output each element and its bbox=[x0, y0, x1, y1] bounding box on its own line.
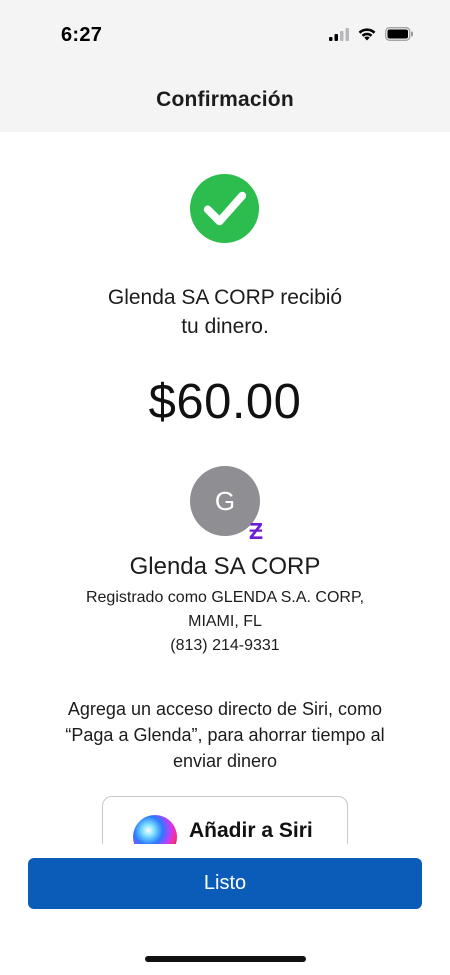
siri-prompt-line2: “Paga a Glenda”, para ahorrar tiempo al bbox=[65, 725, 385, 745]
recipient-name: Glenda SA CORP bbox=[129, 553, 321, 580]
confirmation-message: Glenda SA CORP recibió tu dinero. bbox=[40, 283, 410, 341]
status-icons bbox=[329, 27, 414, 41]
status-time: 6:27 bbox=[61, 24, 103, 46]
siri-icon bbox=[133, 815, 177, 844]
confirmation-message-line2: tu dinero. bbox=[181, 315, 269, 338]
done-button[interactable]: Listo bbox=[28, 858, 422, 909]
top-bar: 6:27 Confirmación bbox=[0, 0, 450, 132]
zelle-icon: Ƶ bbox=[248, 518, 264, 544]
add-to-siri-label: Añadir a Siri bbox=[189, 819, 313, 842]
home-indicator[interactable] bbox=[145, 956, 306, 962]
amount-sent: $60.00 bbox=[148, 375, 302, 429]
battery-icon bbox=[385, 27, 413, 41]
wifi-icon bbox=[358, 28, 376, 41]
confirmation-message-line1: Glenda SA CORP recibió bbox=[107, 286, 343, 309]
siri-button-viewport: Añadir a Siri bbox=[0, 790, 450, 844]
siri-prompt-line1: Agrega un acceso directo de Siri, como bbox=[67, 699, 383, 719]
page-title: Confirmación bbox=[156, 88, 294, 111]
check-circle-icon bbox=[189, 173, 260, 244]
siri-prompt-line3: enviar dinero bbox=[172, 751, 278, 771]
add-to-siri-button[interactable]: Añadir a Siri bbox=[102, 796, 348, 844]
siri-shortcut-prompt: Agrega un acceso directo de Siri, como “… bbox=[30, 696, 420, 774]
registered-location: MIAMI, FL bbox=[188, 613, 262, 630]
avatar-initial: G bbox=[214, 485, 236, 516]
cellular-signal-icon bbox=[329, 27, 349, 41]
registered-name: Registrado como GLENDA S.A. CORP, bbox=[85, 589, 365, 606]
recipient-phone: (813) 214-9331 bbox=[170, 637, 280, 654]
